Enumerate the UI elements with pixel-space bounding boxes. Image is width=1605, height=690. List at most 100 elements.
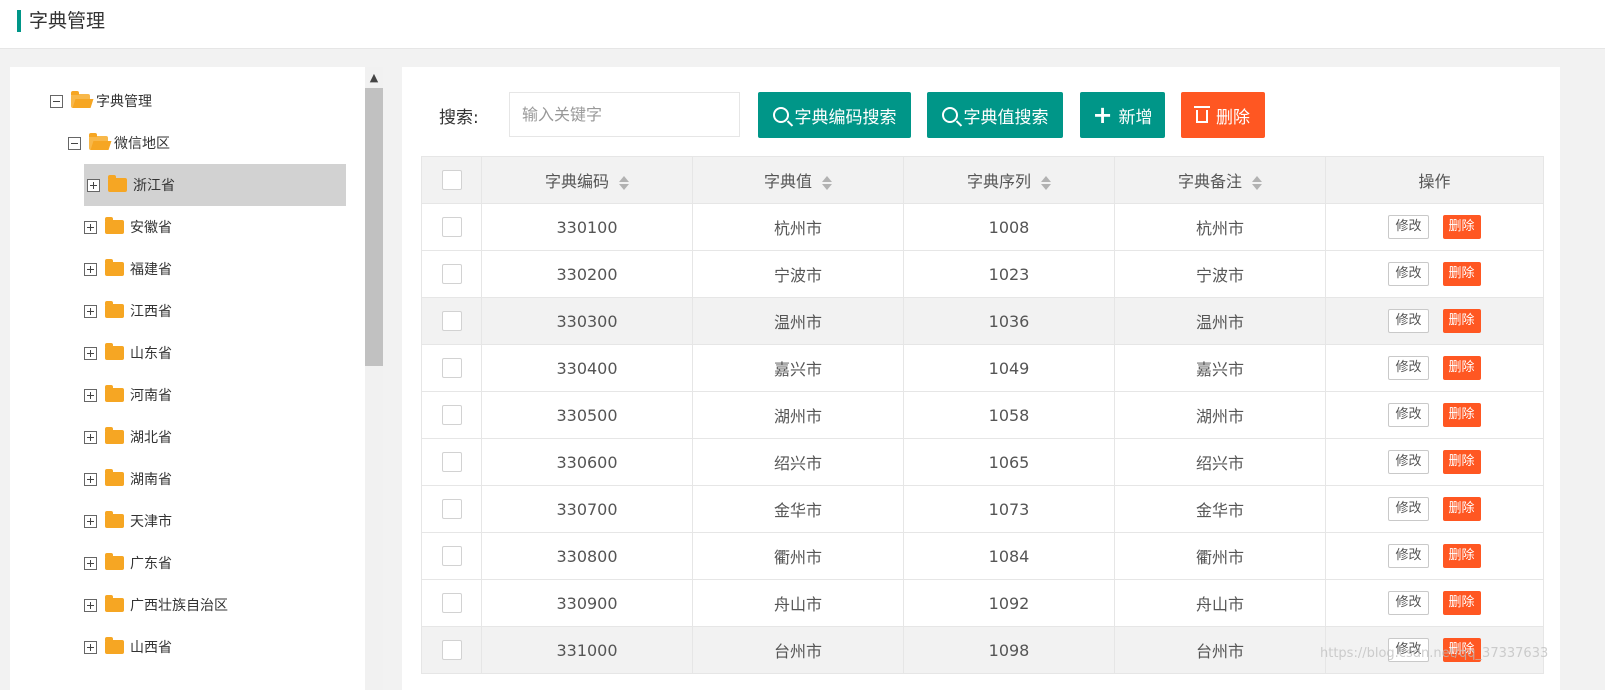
expand-icon[interactable] — [87, 178, 100, 192]
edit-button[interactable]: 修改 — [1388, 544, 1429, 568]
edit-button[interactable]: 修改 — [1388, 356, 1429, 380]
expand-icon[interactable] — [84, 514, 97, 528]
sort-icon[interactable] — [822, 175, 832, 191]
tree-node-label: 山东省 — [130, 346, 172, 362]
code-search-label: 字典编码搜索 — [794, 107, 897, 128]
row-checkbox[interactable] — [441, 311, 462, 332]
tree-node[interactable]: 天津市 — [84, 500, 172, 542]
edit-button[interactable]: 修改 — [1388, 309, 1429, 333]
expand-icon[interactable] — [84, 556, 97, 570]
column-header-code[interactable]: 字典编码 — [481, 156, 693, 204]
value-search-button[interactable]: 字典值搜索 — [927, 92, 1063, 138]
collapse-icon[interactable] — [50, 94, 63, 108]
sort-icon[interactable] — [1252, 175, 1262, 191]
tree-node[interactable]: 山西省 — [84, 626, 172, 668]
tree-node[interactable]: 安徽省 — [84, 206, 172, 248]
row-checkbox[interactable] — [441, 358, 462, 379]
sort-icon[interactable] — [619, 175, 629, 191]
tree-node[interactable]: 湖南省 — [84, 458, 172, 500]
tree-node[interactable]: 江西省 — [84, 290, 172, 332]
column-header-value[interactable]: 字典值 — [692, 156, 904, 204]
row-checkbox[interactable] — [441, 546, 462, 567]
code-search-button[interactable]: 字典编码搜索 — [758, 92, 911, 138]
table-row: 330500 湖州市 1058 湖州市 修改 删除 — [421, 391, 1544, 439]
row-checkbox[interactable] — [441, 217, 462, 238]
edit-button[interactable]: 修改 — [1388, 215, 1429, 239]
search-input[interactable] — [509, 92, 740, 137]
search-icon — [941, 107, 958, 123]
edit-button[interactable]: 修改 — [1388, 450, 1429, 474]
tree-node[interactable]: 广东省 — [84, 542, 172, 584]
select-all-checkbox[interactable] — [441, 170, 462, 191]
tree-node[interactable]: 河南省 — [84, 374, 172, 416]
tree-node[interactable]: 福建省 — [84, 248, 172, 290]
scrollbar-thumb[interactable] — [365, 88, 383, 366]
tree-node-label: 浙江省 — [133, 178, 175, 194]
row-actions-cell: 修改 删除 — [1325, 203, 1544, 251]
tree-node[interactable]: 微信地区 — [68, 122, 170, 164]
cell-remark: 台州市 — [1114, 626, 1326, 674]
edit-button[interactable]: 修改 — [1388, 497, 1429, 521]
expand-icon[interactable] — [84, 640, 97, 654]
expand-icon[interactable] — [84, 472, 97, 486]
sort-icon[interactable] — [1041, 175, 1051, 191]
column-header-remark[interactable]: 字典备注 — [1114, 156, 1326, 204]
tree-node[interactable]: 山东省 — [84, 332, 172, 374]
page-title: 字典管理 — [29, 10, 106, 32]
scroll-up-arrow-icon[interactable]: ▲ — [365, 67, 383, 87]
expand-icon[interactable] — [84, 304, 97, 318]
expand-icon[interactable] — [84, 598, 97, 612]
table-row: 330300 温州市 1036 温州市 修改 删除 — [421, 297, 1544, 345]
row-delete-button[interactable]: 删除 — [1442, 309, 1481, 333]
expand-icon[interactable] — [84, 430, 97, 444]
row-actions-cell: 修改 删除 — [1325, 297, 1544, 345]
row-delete-button[interactable]: 删除 — [1442, 403, 1481, 427]
folder-open-icon — [89, 133, 108, 150]
row-select-cell — [421, 391, 482, 439]
collapse-icon[interactable] — [68, 136, 81, 150]
add-button[interactable]: + 新增 — [1080, 92, 1165, 138]
expand-icon[interactable] — [84, 262, 97, 276]
row-delete-button[interactable]: 删除 — [1442, 591, 1481, 615]
row-checkbox[interactable] — [441, 452, 462, 473]
row-actions-cell: 修改 删除 — [1325, 485, 1544, 533]
row-delete-button[interactable]: 删除 — [1442, 262, 1481, 286]
row-checkbox[interactable] — [441, 264, 462, 285]
row-delete-button[interactable]: 删除 — [1442, 215, 1481, 239]
edit-button[interactable]: 修改 — [1388, 262, 1429, 286]
tree-node[interactable]: 广西壮族自治区 — [84, 584, 228, 626]
edit-button[interactable]: 修改 — [1388, 591, 1429, 615]
row-checkbox[interactable] — [441, 593, 462, 614]
row-checkbox[interactable] — [441, 640, 462, 661]
dictionary-table: 字典编码 字典值 字典序列 字典备注 操作 330100 杭州市 1008 杭州市 修改… — [421, 156, 1544, 674]
edit-button[interactable]: 修改 — [1388, 638, 1429, 662]
expand-icon[interactable] — [84, 346, 97, 360]
edit-button[interactable]: 修改 — [1388, 403, 1429, 427]
row-delete-button[interactable]: 删除 — [1442, 544, 1481, 568]
delete-button[interactable]: 删除 — [1181, 92, 1265, 138]
row-delete-button[interactable]: 删除 — [1442, 638, 1481, 662]
expand-icon[interactable] — [84, 388, 97, 402]
cell-seq: 1036 — [903, 297, 1115, 345]
row-checkbox[interactable] — [441, 405, 462, 426]
expand-icon[interactable] — [84, 220, 97, 234]
tree-node[interactable]: 湖北省 — [84, 416, 172, 458]
row-delete-button[interactable]: 删除 — [1442, 450, 1481, 474]
row-checkbox[interactable] — [441, 499, 462, 520]
folder-icon — [105, 469, 124, 486]
search-icon — [772, 107, 789, 123]
column-header-actions: 操作 — [1325, 156, 1544, 204]
row-delete-button[interactable]: 删除 — [1442, 497, 1481, 521]
tree-scrollbar[interactable]: ▲ — [365, 67, 383, 690]
row-delete-button[interactable]: 删除 — [1442, 356, 1481, 380]
tree-node[interactable]: 字典管理 — [50, 80, 152, 122]
table-row: 330200 宁波市 1023 宁波市 修改 删除 — [421, 250, 1544, 298]
cell-seq: 1023 — [903, 250, 1115, 298]
table-header-row: 字典编码 字典值 字典序列 字典备注 操作 — [421, 156, 1544, 204]
cell-code: 330400 — [481, 344, 693, 392]
row-actions-cell: 修改 删除 — [1325, 344, 1544, 392]
cell-code: 330500 — [481, 391, 693, 439]
column-header-seq[interactable]: 字典序列 — [903, 156, 1115, 204]
tree-node[interactable]: 浙江省 — [84, 164, 346, 206]
page-header: 字典管理 — [0, 0, 1605, 49]
